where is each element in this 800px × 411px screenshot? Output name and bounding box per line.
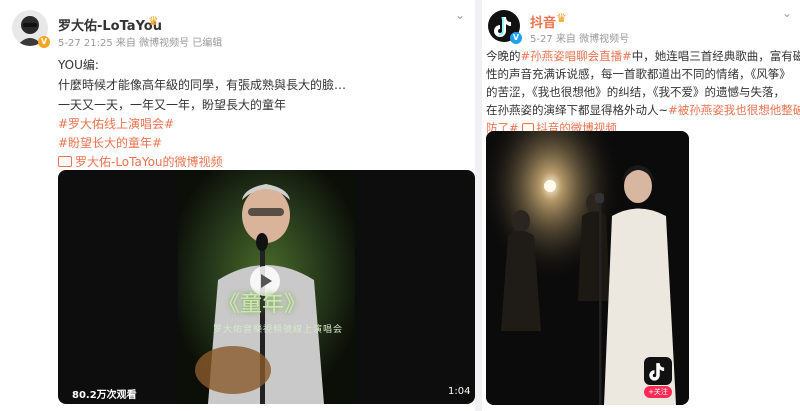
text-span: 中，她连唱三首经典歌曲，富有磁 bbox=[631, 49, 800, 63]
chevron-down-icon[interactable]: ⌄ bbox=[455, 8, 465, 22]
text-span: 今晚的 bbox=[486, 49, 521, 63]
post-source: 来自 微博视频号 bbox=[115, 38, 190, 49]
feed-divider bbox=[475, 0, 482, 411]
verified-badge-icon: V bbox=[510, 32, 522, 44]
follow-button[interactable]: +关注 bbox=[644, 386, 672, 398]
post-line-3: 一天又一天，一年又一年，盼望長大的童年 bbox=[58, 98, 287, 112]
video-duration: 1:04 bbox=[448, 386, 471, 397]
post-text: 今晚的#孙燕姿唱聊会直播#中，她连唱三首经典歌曲，富有磁 性的声音充满诉说感，每… bbox=[486, 47, 800, 137]
tiktok-watermark[interactable] bbox=[644, 357, 672, 385]
post-line-2: 什麼時候才能像高年級的同學，有張成熟與長大的臉… bbox=[58, 78, 347, 92]
post-text-line: 在孙燕姿的演绎下都显得格外动人~#被孙燕姿我也很想他整破 bbox=[486, 101, 800, 119]
text-span: 性的声音充满诉说感，每一首歌都道出不同的情绪，《风筝》 bbox=[486, 67, 791, 81]
video-title-overlay: 《童年》 bbox=[218, 292, 307, 317]
post-source: 来自 微博视频号 bbox=[555, 34, 630, 45]
text-span: 在孙燕姿的演绎下都显得格外动人~ bbox=[486, 103, 669, 117]
video-link-icon bbox=[58, 156, 72, 167]
post-time[interactable]: 5-27 bbox=[530, 34, 553, 45]
crown-icon: ♛ bbox=[556, 11, 567, 25]
verified-badge-icon: V bbox=[38, 36, 50, 48]
video-player[interactable]: +关注 bbox=[486, 131, 689, 405]
post-meta: 5-27 来自 微博视频号 bbox=[530, 30, 629, 45]
video-source-link[interactable]: 罗大佑-LoTaYou的微博视频 bbox=[58, 153, 223, 170]
tiktok-logo-icon bbox=[649, 363, 665, 381]
crown-icon: ♛ bbox=[148, 14, 159, 28]
post-line-1: YOU编: bbox=[58, 58, 99, 72]
hashtag-link[interactable]: #盼望长大的童年# bbox=[58, 134, 162, 151]
author-name[interactable]: 抖音 bbox=[530, 12, 556, 31]
author-name[interactable]: 罗大佑-LoTaYou bbox=[58, 15, 162, 34]
hashtag-link[interactable]: #孙燕姿唱聊会直播# bbox=[521, 49, 632, 63]
chevron-down-icon[interactable]: ⌄ bbox=[782, 6, 792, 20]
post-time[interactable]: 5-27 21:25 bbox=[58, 38, 113, 49]
view-count: 80.2万次观看 bbox=[72, 390, 137, 401]
hashtag-link[interactable]: #被孙燕姿我也很想他整破 bbox=[668, 103, 800, 117]
hashtag-link[interactable]: #罗大佑线上演唱会# bbox=[58, 115, 174, 132]
video-player[interactable]: 《童年》 罗大佑音樂視頻號線上演唱会 80.2万次观看 1:04 bbox=[58, 170, 475, 404]
video-link-label: 罗大佑-LoTaYou的微博视频 bbox=[75, 155, 223, 169]
post-text-line: 今晚的#孙燕姿唱聊会直播#中，她连唱三首经典歌曲，富有磁 bbox=[486, 47, 800, 65]
text-span: 的苦涩，《我也很想他》的纠结，《我不爱》的遗憾与失落， bbox=[486, 85, 785, 99]
video-subtitle-overlay: 罗大佑音樂視頻號線上演唱会 bbox=[213, 325, 344, 335]
post-text-line: 性的声音充满诉说感，每一首歌都道出不同的情绪，《风筝》 bbox=[486, 65, 798, 83]
edited-label[interactable]: 已编辑 bbox=[192, 38, 222, 49]
post-text-line: 的苦涩，《我也很想他》的纠结，《我不爱》的遗憾与失落， bbox=[486, 83, 798, 101]
post-meta: 5-27 21:25 来自 微博视频号 已编辑 bbox=[58, 34, 222, 49]
